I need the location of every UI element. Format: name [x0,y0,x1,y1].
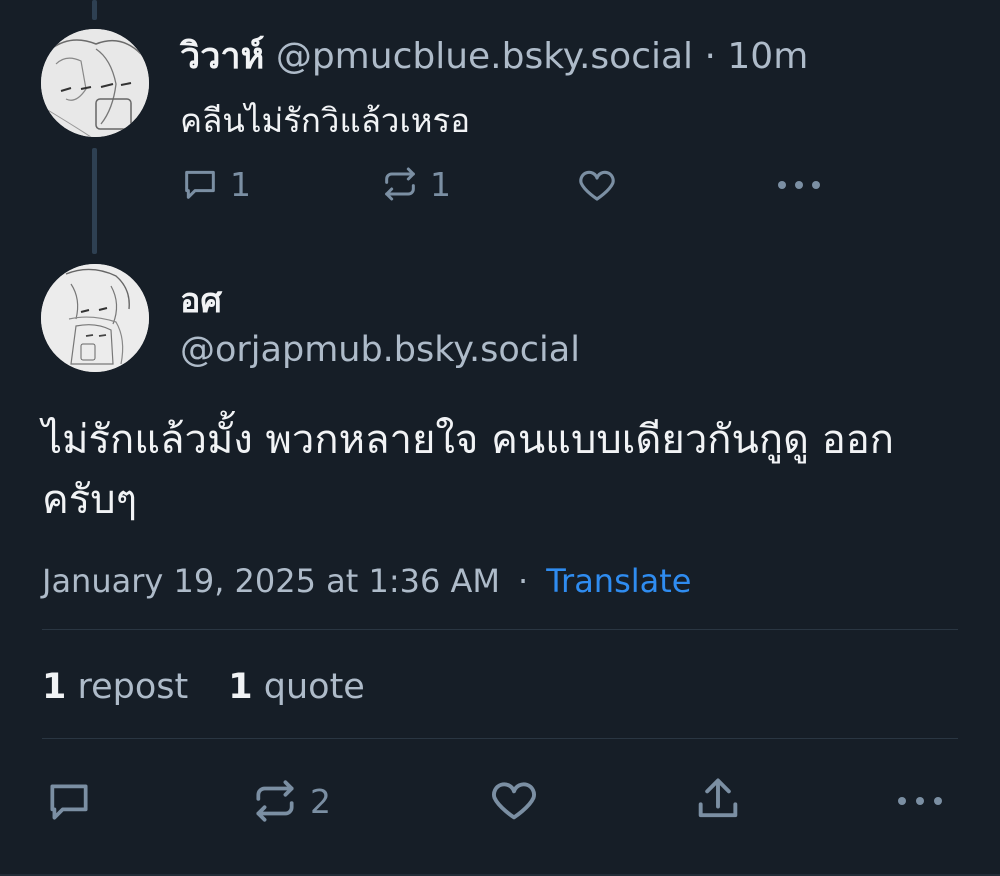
share-icon [692,774,744,826]
parent-handle[interactable]: @pmucblue.bsky.social [276,36,693,77]
parent-reply-count: 1 [230,164,251,204]
parent-more-button[interactable] [776,164,822,204]
translate-link[interactable]: Translate [546,562,691,600]
thread-line-top [92,0,97,20]
main-handle[interactable]: @orjapmub.bsky.social [180,325,580,375]
parent-time-ago[interactable]: 10m [727,36,808,77]
divider-top [42,629,958,630]
heart-icon [488,774,540,826]
heart-icon [576,164,618,206]
parent-repost-button[interactable]: 1 [380,164,451,204]
main-more-button[interactable] [896,778,944,822]
reply-icon [44,776,94,826]
main-post-text: ไม่รักแล้วมั้ง พวกหลายใจ คนแบบเดียวกันกู… [42,417,895,523]
post-timestamp: January 19, 2025 at 1:36 AM [42,562,501,600]
main-like-button[interactable] [488,774,540,826]
parent-separator: · [704,36,716,77]
quotes-stat-label: quote [263,667,365,707]
repost-icon [380,164,420,204]
main-avatar[interactable] [41,264,149,372]
post-meta: January 19, 2025 at 1:36 AM · Translate [42,556,691,606]
reposts-stat-count: 1 [42,667,67,707]
parent-display-name[interactable]: วิวาห์ [180,36,264,77]
reposts-stat[interactable]: 1 repost [42,667,188,707]
more-icon [776,164,822,204]
thread-line-bottom [92,148,97,254]
divider-bottom [42,738,958,739]
engagement-stats: 1 repost 1 quote [42,662,405,712]
more-icon [896,778,944,822]
repost-icon [250,776,300,826]
main-repost-button[interactable]: 2 [250,776,331,826]
parent-avatar[interactable] [41,29,149,137]
main-repost-count: 2 [310,781,331,821]
main-reply-button[interactable] [44,776,94,826]
reposts-stat-label: repost [77,667,189,707]
reply-icon [180,164,220,204]
parent-post-text: คลีนไม่รักวิแล้วเหรอ [180,101,471,140]
main-display-name[interactable]: อศ [180,276,222,326]
parent-repost-count: 1 [430,164,451,204]
parent-post-header: วิวาห์ @pmucblue.bsky.social · 10m [180,32,808,82]
thread-view: วิวาห์ @pmucblue.bsky.social · 10m คลีนไ… [0,0,1000,876]
meta-separator: · [518,562,529,600]
parent-reply-button[interactable]: 1 [180,164,251,204]
quotes-stat-count: 1 [228,667,253,707]
parent-like-button[interactable] [576,164,618,206]
quotes-stat[interactable]: 1 quote [228,667,365,707]
share-button[interactable] [692,774,744,826]
